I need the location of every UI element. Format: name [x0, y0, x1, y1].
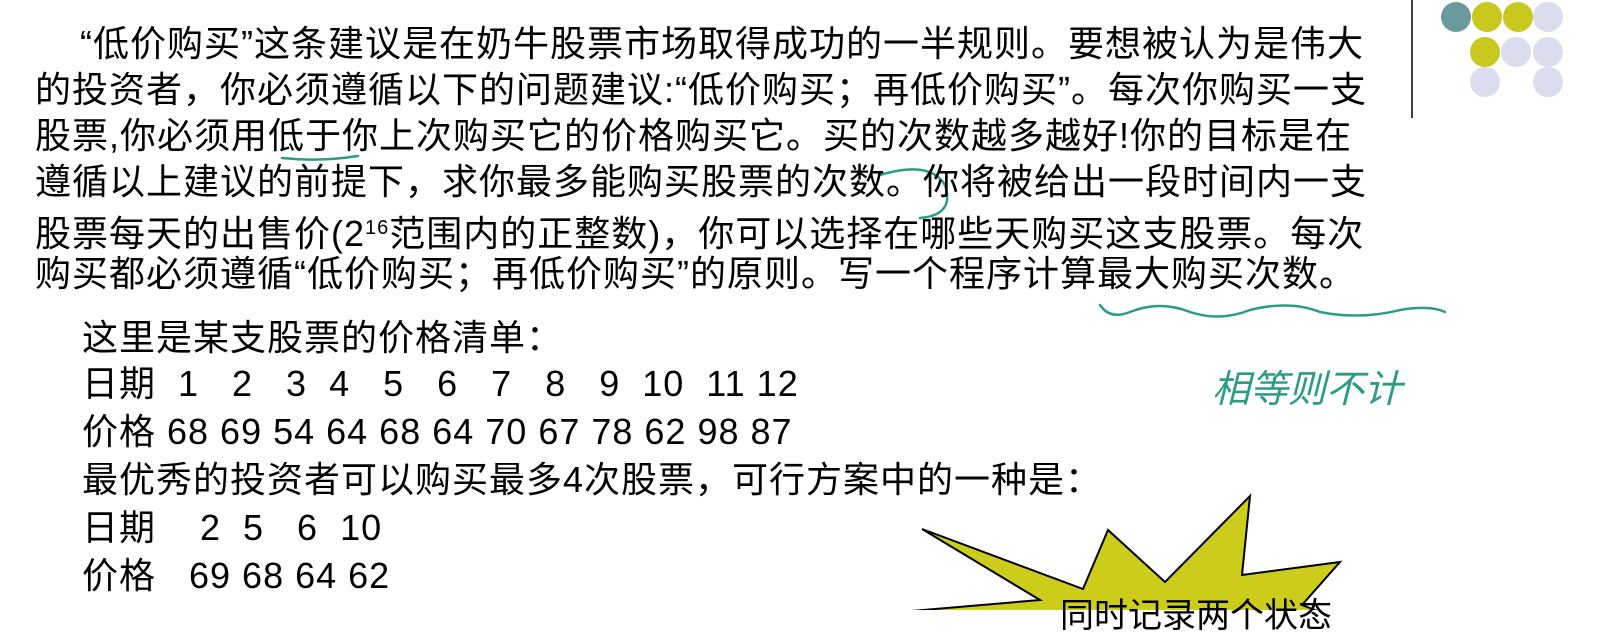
text: 范围内的正整数)，你可以选择在哪些天购买这支股票。每次	[389, 213, 1365, 254]
dot	[1470, 37, 1500, 67]
paragraph-line: 股票每天的出售价(216范围内的正整数)，你可以选择在哪些天购买这支股票。每次	[35, 206, 1364, 256]
text: 股票每天的出售价(2	[35, 213, 366, 254]
decorative-dots	[1441, 2, 1563, 97]
solution-days: 日期 2 5 6 10	[82, 507, 383, 548]
dot	[1533, 37, 1563, 67]
dot	[1470, 67, 1500, 97]
example-intro: 这里是某支股票的价格清单：	[82, 317, 564, 358]
paragraph-line: “低价购买”这条建议是在奶牛股票市场取得成功的一半规则。要想被认为是伟大	[80, 23, 1364, 64]
dot	[1472, 2, 1502, 32]
solution-prices: 价格 69 68 64 62	[82, 555, 391, 596]
callout-text: 同时记录两个状态	[1060, 597, 1332, 635]
paragraph-line: 的投资者，你必须遵循以下的问题建议:“低价购买；再低价购买”。每次你购买一支	[35, 69, 1367, 110]
prices-row: 价格 68 69 54 64 68 64 70 67 78 62 98 87	[82, 411, 793, 452]
dot	[1503, 2, 1533, 32]
superscript: 16	[365, 217, 390, 239]
paragraph-line: 遵循以上建议的前提下，求你最多能购买股票的次数。你将被给出一段时间内一支	[35, 161, 1368, 202]
wavy-underline-mark	[1098, 303, 1447, 318]
dot	[1533, 2, 1563, 32]
handwritten-note: 相等则不计	[1212, 369, 1403, 411]
paragraph-line: 购买都必须遵循“低价购买；再低价购买”的原则。写一个程序计算最大购买次数。	[35, 253, 1356, 294]
days-row: 日期 1 2 3 4 5 6 7 8 9 10 11 12	[82, 363, 799, 404]
dot	[1533, 67, 1563, 97]
paragraph-line: 股票,你必须用低于你上次购买它的价格购买它。买的次数越多越好!你的目标是在	[35, 115, 1353, 156]
dot	[1441, 2, 1471, 32]
result-text: 最优秀的投资者可以购买最多4次股票，可行方案中的一种是：	[82, 459, 1103, 500]
dot	[1501, 37, 1531, 67]
